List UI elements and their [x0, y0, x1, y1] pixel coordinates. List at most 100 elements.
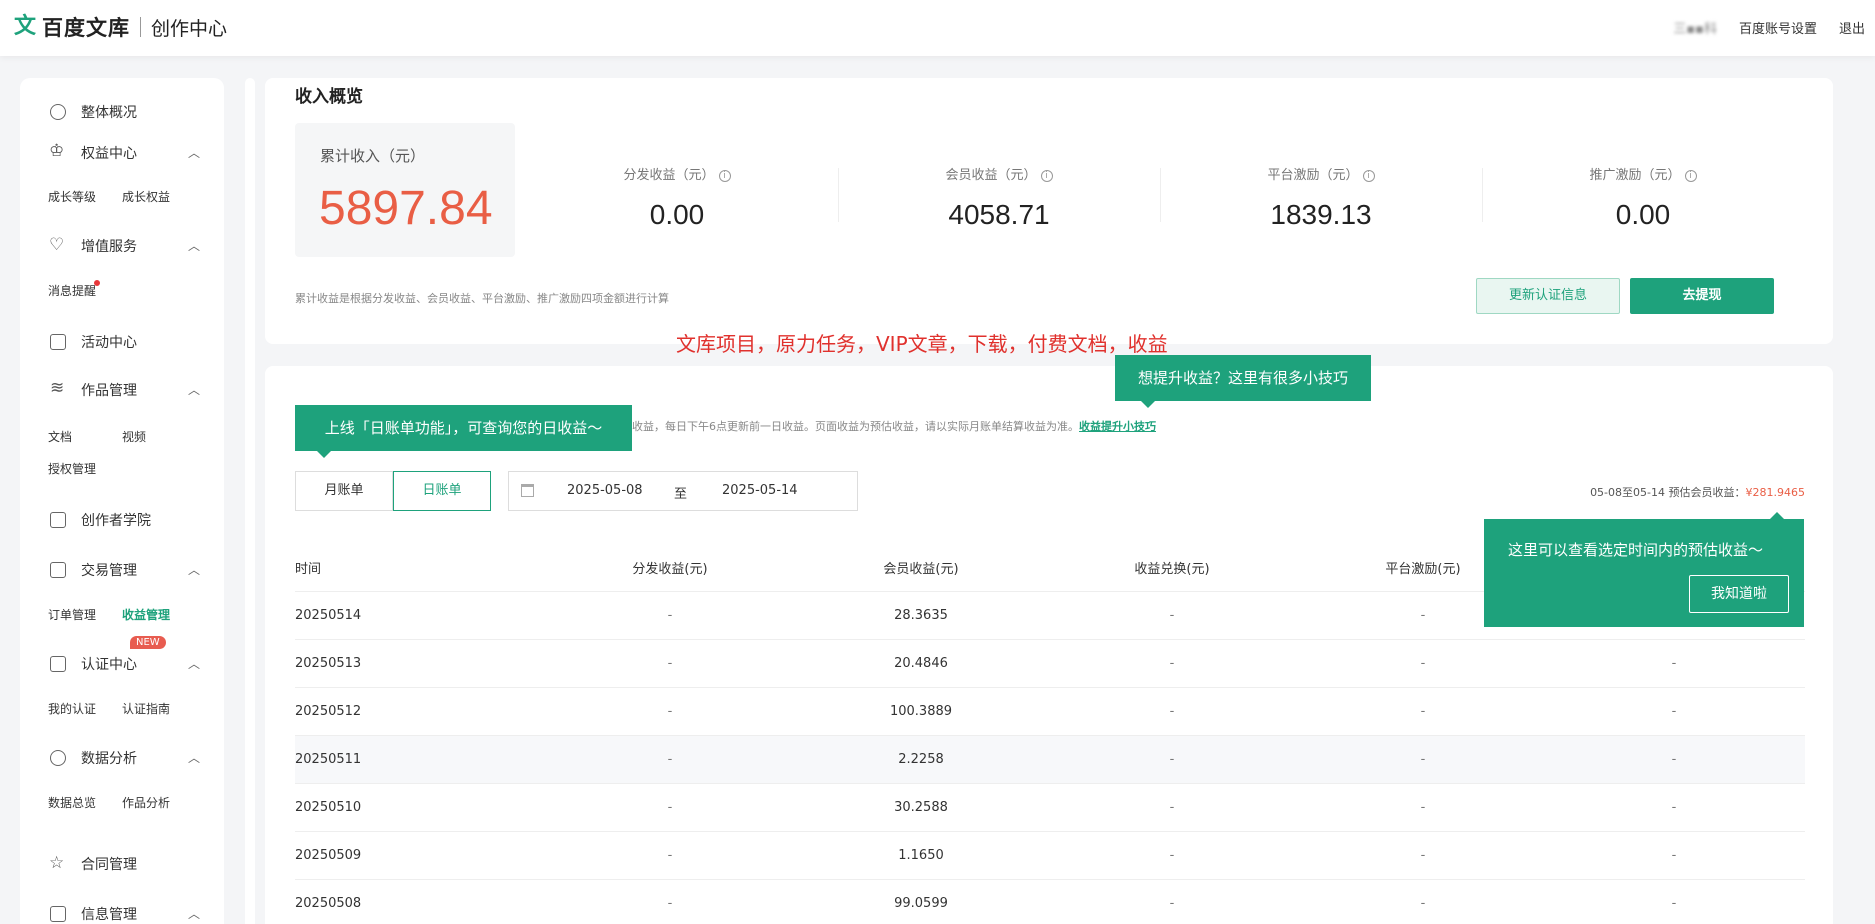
- sidebar-sub-data-overview[interactable]: 数据总览: [48, 794, 96, 811]
- sidebar-item-overview[interactable]: 整体概况: [50, 102, 200, 122]
- account-settings-link[interactable]: 百度账号设置: [1739, 18, 1817, 37]
- table-row: 20250511 - 2.2258 - - -: [295, 736, 1805, 784]
- sidebar-sub-cert-guide[interactable]: 认证指南: [122, 700, 170, 717]
- sidebar-sub-label: 消息提醒: [48, 284, 97, 298]
- sidebar-item-info-mgmt[interactable]: 信息管理 ︿: [50, 904, 200, 924]
- bill-note-text: 收益，每日下午6点更新前一日收益。页面收益为预估收益，请以实际月账单结算收益为准…: [632, 420, 1079, 433]
- estimate-summary: 05-08至05-14 预估会员收益：¥281.9465: [1590, 484, 1805, 500]
- sidebar-sub-docs[interactable]: 文档: [48, 428, 72, 445]
- logo-text: 百度文库: [42, 16, 130, 40]
- sidebar-item-label: 权益中心: [81, 146, 137, 162]
- info-icon: [50, 906, 66, 922]
- sidebar-sub-income-mgmt[interactable]: 收益管理: [122, 606, 170, 623]
- table-cell: 20.4846: [894, 656, 948, 671]
- sidebar-sub-videos[interactable]: 视频: [122, 428, 146, 445]
- table-cell: 28.3635: [894, 608, 948, 623]
- id-card-icon: [50, 656, 66, 672]
- table-cell: -: [667, 656, 673, 671]
- info-icon[interactable]: i: [1684, 169, 1697, 182]
- sidebar-sub-auth-mgmt[interactable]: 授权管理: [48, 460, 96, 477]
- content-edge: [245, 78, 255, 924]
- table-cell: 20250514: [295, 608, 362, 623]
- daily-bill-tooltip: 上线「日账单功能」，可查询您的日收益～: [295, 405, 632, 458]
- sidebar-item-label: 信息管理: [81, 907, 137, 923]
- date-start-input[interactable]: 2025-05-08: [567, 483, 643, 498]
- total-income-box: 累计收入（元） 5897.84: [295, 123, 515, 257]
- chevron-up-icon: ︿: [187, 383, 200, 397]
- pie-chart-icon: [50, 750, 66, 766]
- stat-value: 0.00: [649, 199, 705, 230]
- info-icon[interactable]: i: [1040, 169, 1053, 182]
- calendar-icon: [521, 484, 534, 497]
- income-note: 累计收益是根据分发收益、会员收益、平台激励、推广激励四项金额进行计算: [295, 292, 669, 305]
- sidebar-item-rights-center[interactable]: 权益中心 ︿: [49, 141, 200, 163]
- table-row: 20250508 - 99.0599 - - -: [295, 880, 1805, 924]
- sidebar-sub-growth-level[interactable]: 成长等级: [48, 188, 96, 205]
- logout-link[interactable]: 退出: [1839, 18, 1865, 37]
- table-cell: -: [667, 896, 673, 911]
- sidebar-sub-works-analysis[interactable]: 作品分析: [122, 794, 170, 811]
- estimate-value: ¥281.9465: [1745, 486, 1806, 499]
- sidebar-item-value-services[interactable]: 增值服务 ︿: [49, 235, 200, 256]
- table-cell: -: [1169, 656, 1175, 671]
- estimate-tooltip: 这里可以查看选定时间内的预估收益～ 我知道啦: [1484, 512, 1804, 627]
- stat-divider: [1482, 168, 1483, 222]
- date-end-input[interactable]: 2025-05-14: [722, 483, 798, 498]
- sidebar-item-works-mgmt[interactable]: 作品管理 ︿: [50, 378, 200, 400]
- sidebar-item-cert-center[interactable]: 认证中心 ︿: [50, 654, 200, 674]
- chevron-up-icon: ︿: [187, 657, 200, 671]
- table-row: 20250509 - 1.1650 - - -: [295, 832, 1805, 880]
- sidebar-item-label: 活动中心: [81, 335, 137, 351]
- sidebar-item-label: 合同管理: [81, 857, 137, 873]
- estimate-tooltip-text: 这里可以查看选定时间内的预估收益～: [1508, 541, 1764, 559]
- logo[interactable]: 文 百度文库 创作中心: [14, 12, 227, 42]
- stat-distribution: 分发收益（元） i 0.00: [542, 164, 812, 231]
- table-cell: -: [1420, 752, 1426, 767]
- income-overview-title: 收入概览: [295, 87, 363, 107]
- chevron-up-icon: ︿: [187, 146, 200, 160]
- info-icon[interactable]: i: [718, 169, 731, 182]
- table-row: 20250510 - 30.2588 - - -: [295, 784, 1805, 832]
- tab-monthly[interactable]: 月账单: [295, 471, 393, 511]
- date-range-picker[interactable]: 2025-05-08 至 2025-05-14: [508, 471, 858, 511]
- table-cell: -: [667, 704, 673, 719]
- withdraw-button[interactable]: 去提现: [1630, 278, 1774, 314]
- table-row: 20250513 - 20.4846 - - -: [295, 640, 1805, 688]
- crown-icon: [49, 141, 66, 161]
- sidebar-item-contract-mgmt[interactable]: 合同管理: [49, 853, 200, 874]
- table-cell: 100.3889: [889, 704, 953, 719]
- chevron-up-icon: ︿: [187, 751, 200, 765]
- update-cert-button[interactable]: 更新认证信息: [1476, 278, 1620, 314]
- tab-daily[interactable]: 日账单: [393, 471, 491, 511]
- table-row: 20250512 - 100.3889 - - -: [295, 688, 1805, 736]
- table-cell: -: [1169, 896, 1175, 911]
- overlay-caption: 文库项目，原力任务，VIP文章，下载，付费文档，收益: [676, 332, 1168, 356]
- tricks-link[interactable]: 收益提升小技巧: [1079, 420, 1156, 433]
- sidebar-sub-message-alert[interactable]: 消息提醒: [48, 282, 96, 299]
- column-header: 平台激励(元): [1385, 562, 1461, 577]
- column-header: 收益兑换(元): [1134, 562, 1210, 577]
- stat-value: 1839.13: [1270, 199, 1372, 230]
- table-cell: -: [1169, 608, 1175, 623]
- sidebar-item-creator-academy[interactable]: 创作者学院: [50, 510, 200, 530]
- got-it-button[interactable]: 我知道啦: [1689, 575, 1789, 613]
- monitor-icon: [50, 334, 66, 350]
- sidebar-item-data-analysis[interactable]: 数据分析 ︿: [50, 748, 200, 768]
- table-cell: 20250511: [295, 752, 362, 767]
- user-name[interactable]: 三▪▪科: [1673, 18, 1717, 37]
- table-cell: -: [1671, 848, 1677, 863]
- sidebar-item-trade-mgmt[interactable]: 交易管理 ︿: [50, 560, 200, 580]
- table-cell: -: [1671, 752, 1677, 767]
- date-separator: 至: [674, 487, 688, 502]
- table-cell: 20250513: [295, 656, 362, 671]
- sidebar-sub-order-mgmt[interactable]: 订单管理: [48, 606, 96, 623]
- stat-label: 推广激励（元）: [1589, 168, 1681, 183]
- dashboard-icon: [50, 104, 66, 120]
- sidebar-sub-my-cert[interactable]: 我的认证: [48, 700, 96, 717]
- info-icon[interactable]: i: [1362, 169, 1375, 182]
- chevron-up-icon: ︿: [187, 239, 200, 253]
- sidebar-sub-growth-rights[interactable]: 成长权益: [122, 188, 170, 205]
- sidebar-item-activity-center[interactable]: 活动中心: [50, 332, 200, 352]
- stat-value: 4058.71: [948, 199, 1050, 230]
- total-income-value: 5897.84: [319, 182, 493, 235]
